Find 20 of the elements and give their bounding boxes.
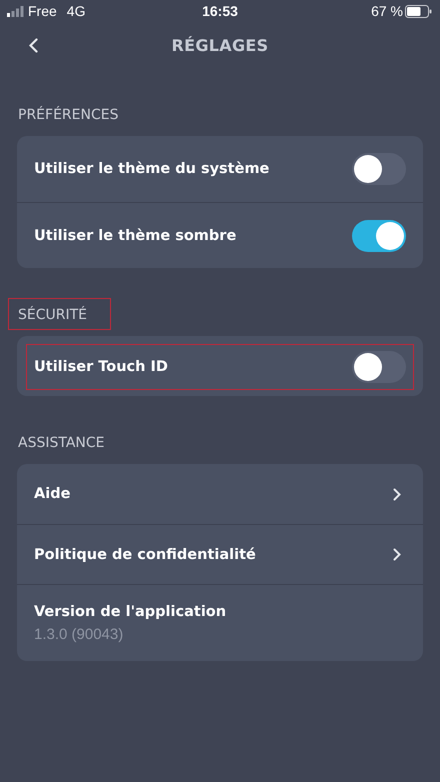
- row-label: Utiliser le thème du système: [34, 161, 270, 177]
- row-label: Politique de confidentialité: [34, 546, 256, 562]
- carrier-name: Free: [28, 3, 57, 19]
- settings-row[interactable]: Utiliser le thème sombre: [17, 202, 423, 268]
- network-type: 4G: [66, 3, 86, 19]
- row-label: Utiliser le thème sombre: [34, 228, 236, 244]
- settings-row[interactable]: Aide: [17, 464, 423, 524]
- section-header: PRÉFÉRENCES: [17, 105, 120, 125]
- clock-time: 16:53: [201, 3, 239, 19]
- settings-row[interactable]: Utiliser le thème du système: [17, 136, 423, 202]
- version-number: 1.3.0 (90043): [34, 626, 124, 642]
- battery-percent: 67 %: [371, 3, 403, 19]
- settings-row[interactable]: Politique de confidentialité: [17, 524, 423, 584]
- row-label: Utiliser Touch ID: [34, 359, 168, 375]
- section-header: SÉCURITÉ: [8, 298, 112, 330]
- settings-row[interactable]: Utiliser Touch ID: [26, 344, 414, 390]
- row-label: Version de l'application: [34, 604, 226, 620]
- row-label: Aide: [34, 486, 70, 502]
- section-header: ASSISTANCE: [17, 434, 106, 453]
- screen-title: RÉGLAGES: [172, 36, 268, 54]
